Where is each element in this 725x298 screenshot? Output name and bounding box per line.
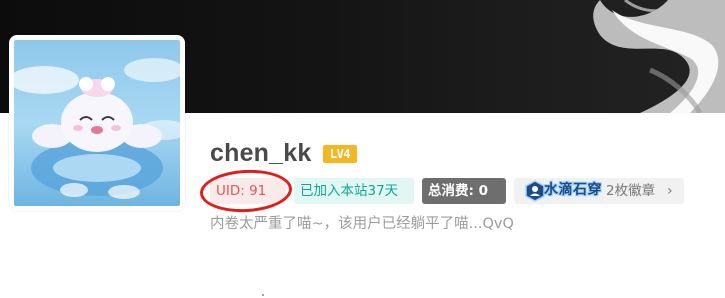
username: chen_kk	[210, 139, 312, 167]
badge-count: 2枚徽章	[606, 183, 656, 199]
avatar-image	[14, 40, 180, 206]
chevron-right-icon: ›	[667, 183, 673, 199]
total-spend-tag: 总消费: 0	[422, 178, 506, 204]
joined-days-tag: 已加入本站37天	[294, 178, 414, 204]
hexagon-user-icon	[525, 180, 545, 202]
red-circle-annotation	[198, 167, 294, 215]
decorative-dot	[262, 294, 264, 296]
level-badge: LV4	[323, 145, 357, 163]
avatar[interactable]	[9, 35, 185, 211]
user-bio: 内卷太严重了喵~，该用户已经躺平了喵...QvQ	[210, 216, 514, 232]
badge-title: 水滴石穿	[544, 182, 602, 198]
level-badge-label: LV4	[329, 147, 351, 161]
